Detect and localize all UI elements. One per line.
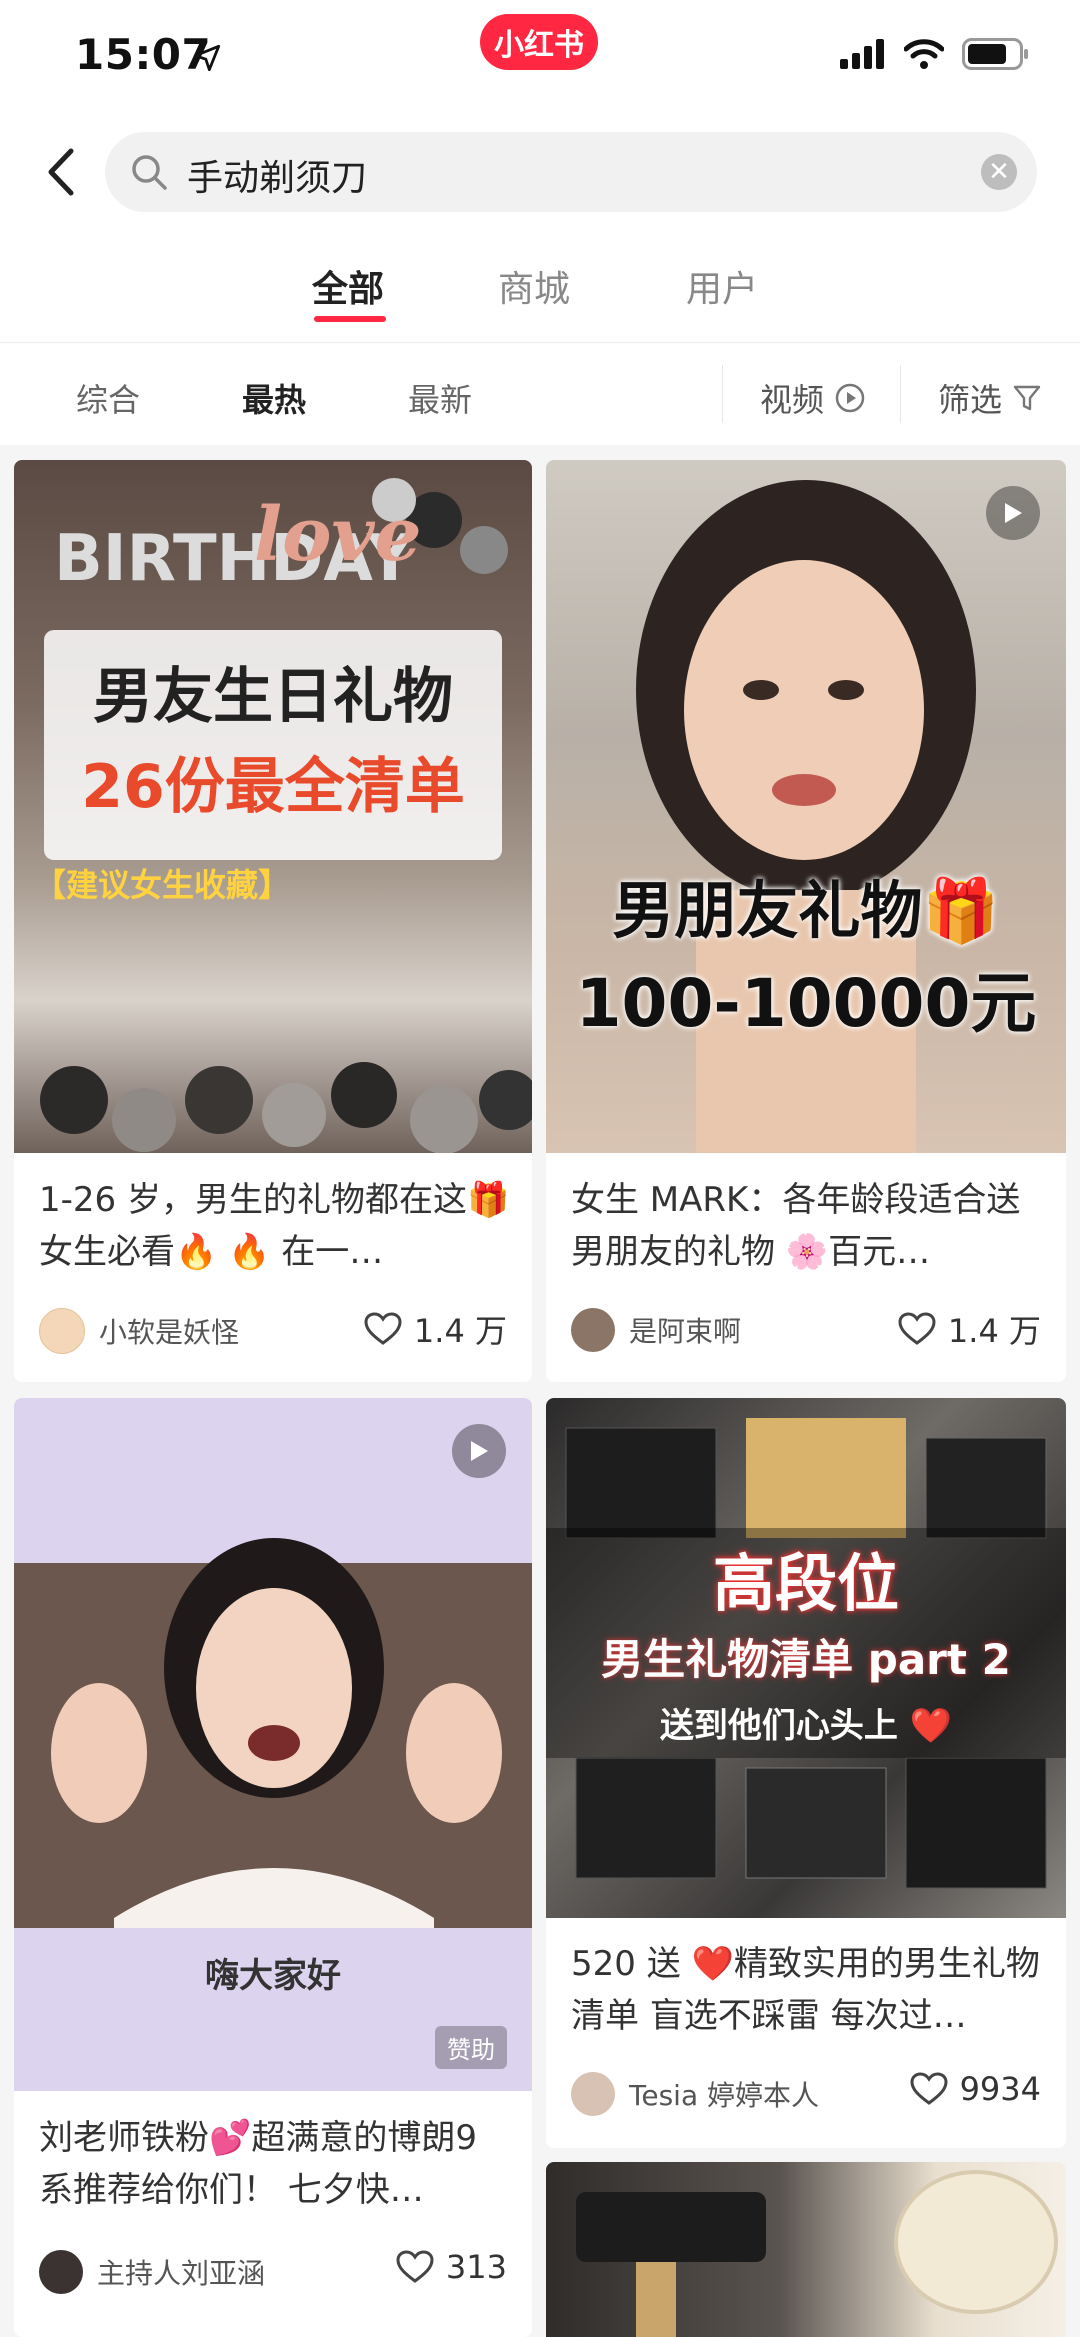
cover-subtitle: 26份最全清单 xyxy=(81,752,465,822)
sort-comprehensive[interactable]: 综合 xyxy=(76,375,140,421)
cover-caption: 嗨大家好 xyxy=(205,1956,341,1996)
note-title: 刘老师铁粉💕超满意的博朗9 系推荐给你们！ 七夕快… xyxy=(39,2118,477,2210)
chevron-left-icon xyxy=(48,148,74,196)
category-tabs: 全部 商城 用户 xyxy=(0,230,1080,343)
status-bar: 15:07 小红书 xyxy=(0,0,1080,120)
note-title: 1-26 岁，男生的礼物都在这🎁女生必看🔥 🔥 在一… xyxy=(39,1180,510,1272)
like-count: 1.4 万 xyxy=(413,1312,507,1350)
like-count: 9934 xyxy=(959,2070,1041,2108)
avatar xyxy=(39,1308,85,1354)
filter-label: 筛选 xyxy=(938,381,1003,419)
funnel-icon xyxy=(1013,385,1041,411)
avatar xyxy=(571,2072,615,2116)
back-button[interactable] xyxy=(30,142,90,202)
sponsored-badge: 赞助 xyxy=(435,2026,507,2069)
cellular-signal-icon xyxy=(840,39,884,69)
cover-tag: 送到他们心头上 ❤️ xyxy=(659,1706,953,1746)
author-name: 主持人刘亚涵 xyxy=(97,2257,266,2290)
search-query: 手动剃须刀 xyxy=(187,158,368,199)
heart-icon xyxy=(910,2072,948,2105)
like-button[interactable]: 1.4 万 xyxy=(364,1306,507,1352)
note-title: 女生 MARK：各年龄段适合送男朋友的礼物 🌸百元… xyxy=(571,1180,1021,1272)
note-card[interactable]: BIRTHDAY love 男友生日礼物 26份最全清单 【建议女生收藏】 1-… xyxy=(14,460,532,1382)
video-filter-button[interactable]: 视频 xyxy=(760,375,866,421)
tab-users[interactable]: 用户 xyxy=(686,260,758,312)
app-badge: 小红书 xyxy=(480,14,598,70)
video-badge xyxy=(986,486,1040,540)
divider xyxy=(900,365,901,423)
filter-button[interactable]: 筛选 xyxy=(938,375,1042,421)
video-filter-label: 视频 xyxy=(760,381,825,419)
avatar xyxy=(39,2250,83,2294)
tab-mall[interactable]: 商城 xyxy=(498,260,570,312)
like-count: 313 xyxy=(445,2248,507,2286)
like-button[interactable]: 1.4 万 xyxy=(898,1306,1041,1352)
author-name: Tesia 婷婷本人 xyxy=(629,2079,819,2112)
cover-title: 男朋友礼物🎁 xyxy=(612,874,1000,947)
search-icon xyxy=(132,155,167,190)
cover-tag: 【建议女生收藏】 xyxy=(34,866,291,904)
like-button[interactable]: 313 xyxy=(396,2248,507,2286)
note-author[interactable]: Tesia 婷婷本人 xyxy=(571,2072,819,2116)
divider xyxy=(722,365,723,423)
cover-subtitle: 100-10000元 xyxy=(575,965,1037,1042)
status-icons xyxy=(840,38,1030,70)
note-title: 520 送 ❤️精致实用的男生礼物清单 盲选不踩雷 每次过… xyxy=(571,1944,1040,2036)
note-author[interactable]: 是阿束啊 xyxy=(571,1308,741,1352)
status-time: 15:07 xyxy=(75,30,212,79)
cover-title: 男友生日礼物 xyxy=(93,662,453,732)
play-circle-icon xyxy=(835,383,865,413)
heart-icon xyxy=(898,1312,936,1345)
author-name: 小软是妖怪 xyxy=(99,1316,240,1349)
like-button[interactable]: 9934 xyxy=(910,2070,1041,2108)
svg-text:love: love xyxy=(254,492,422,578)
battery-icon xyxy=(962,38,1028,70)
author-name: 是阿束啊 xyxy=(629,1315,742,1348)
note-cover-image xyxy=(546,2162,1066,2337)
razor-illustration xyxy=(576,2170,1058,2337)
note-cover-image: BIRTHDAY love 男友生日礼物 26份最全清单 【建议女生收藏】 xyxy=(14,460,532,1153)
sort-newest[interactable]: 最新 xyxy=(408,375,472,421)
cover-subtitle: 男生礼物清单 part 2 xyxy=(601,1635,1011,1684)
note-card[interactable]: 高段位 男生礼物清单 part 2 送到他们心头上 ❤️ 520 送 ❤️精致实… xyxy=(546,1398,1066,2148)
video-badge xyxy=(452,1424,506,1478)
clear-search-button[interactable]: ✕ xyxy=(981,154,1017,190)
note-author[interactable]: 主持人刘亚涵 xyxy=(39,2250,265,2294)
cover-title: 高段位 xyxy=(712,1547,899,1620)
location-arrow-icon xyxy=(193,44,221,72)
portrait-illustration xyxy=(636,480,976,1153)
search-header: 手动剃须刀 ✕ xyxy=(0,120,1080,230)
note-card[interactable]: 男朋友礼物🎁 100-10000元 女生 MARK：各年龄段适合送男朋友的礼物 … xyxy=(546,460,1066,1382)
note-cover-image: 男朋友礼物🎁 100-10000元 xyxy=(546,460,1066,1153)
note-card[interactable] xyxy=(546,2162,1066,2337)
note-cover-image: 嗨大家好 赞助 xyxy=(14,1398,532,2091)
play-icon xyxy=(1005,503,1022,523)
search-input[interactable]: 手动剃须刀 ✕ xyxy=(105,132,1037,212)
wifi-icon xyxy=(904,39,944,69)
note-card[interactable]: 嗨大家好 赞助 刘老师铁粉💕超满意的博朗9 系推荐给你们！ 七夕快… 主持人刘亚… xyxy=(14,1398,532,2337)
heart-icon xyxy=(396,2250,434,2283)
sort-bar: 综合 最热 最新 视频 筛选 xyxy=(0,343,1080,445)
close-icon: ✕ xyxy=(988,157,1010,187)
tab-all[interactable]: 全部 xyxy=(312,260,384,312)
avatar xyxy=(571,1308,615,1352)
tab-active-indicator xyxy=(314,316,386,322)
play-icon xyxy=(471,1441,488,1461)
heart-icon xyxy=(364,1312,402,1345)
note-author[interactable]: 小软是妖怪 xyxy=(39,1308,239,1354)
like-count: 1.4 万 xyxy=(947,1312,1041,1350)
note-cover-image: 高段位 男生礼物清单 part 2 送到他们心头上 ❤️ xyxy=(546,1398,1066,1918)
sort-hottest[interactable]: 最热 xyxy=(242,375,306,421)
